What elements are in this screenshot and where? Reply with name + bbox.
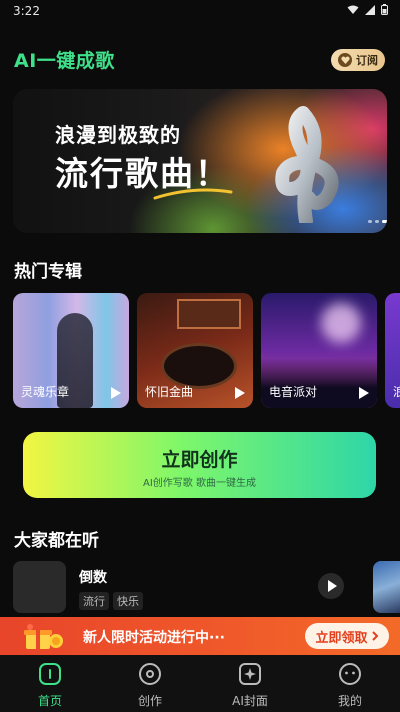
play-icon: [328, 580, 337, 592]
play-icon[interactable]: [359, 387, 369, 399]
gift-icon: [24, 624, 63, 649]
side-cover[interactable]: [373, 561, 400, 613]
section-title-hot-albums: 热门专辑: [14, 262, 82, 282]
tab-ai-cover[interactable]: AI封面: [200, 655, 300, 712]
tab-label: 创作: [137, 694, 162, 708]
album-card[interactable]: 怀旧金曲: [137, 293, 253, 408]
profile-icon: [339, 663, 361, 685]
song-tag: 快乐: [113, 592, 143, 610]
heart-icon: [338, 53, 352, 67]
play-button[interactable]: [318, 573, 344, 599]
treble-clef-icon: [275, 106, 339, 223]
promo-strip[interactable]: 新人限时活动进行中··· 立即领取: [0, 617, 400, 655]
wifi-icon: [347, 4, 359, 18]
tab-label: 我的: [337, 694, 362, 708]
claim-button-label: 立即领取: [315, 630, 368, 646]
chevron-right-icon: [371, 631, 378, 641]
subscribe-button[interactable]: 订阅: [331, 49, 385, 71]
status-bar: 3:22: [0, 0, 400, 24]
banner-line1: 浪漫到极致的: [55, 123, 181, 147]
album-name: 浪: [393, 385, 400, 399]
battery-icon: [381, 4, 388, 18]
album-card[interactable]: 灵魂乐章: [13, 293, 129, 408]
signal-icon: [365, 4, 375, 18]
app-title: AI一键成歌: [14, 50, 115, 72]
status-time: 3:22: [13, 4, 40, 18]
create-button-subtitle: AI创作写歌 歌曲一键生成: [143, 478, 256, 489]
play-icon[interactable]: [235, 387, 245, 399]
song-list-item[interactable]: 倒数 流行 快乐: [13, 561, 400, 613]
song-cover: [13, 561, 66, 613]
tab-create[interactable]: 创作: [100, 655, 200, 712]
bottom-tab-bar: 首页 创作 AI封面 我的: [0, 655, 400, 712]
section-title-everyone: 大家都在听: [14, 531, 99, 551]
image-icon: [239, 663, 261, 685]
album-name: 灵魂乐章: [21, 385, 70, 399]
disc-icon: [139, 663, 161, 685]
tab-label: AI封面: [232, 694, 268, 708]
song-tags: 流行 快乐: [79, 592, 143, 610]
album-name: 怀旧金曲: [145, 385, 194, 399]
create-button-label: 立即创作: [161, 449, 238, 471]
tab-label: 首页: [37, 694, 62, 708]
tab-profile[interactable]: 我的: [300, 655, 400, 712]
banner-pagination: [368, 220, 387, 223]
play-icon[interactable]: [111, 387, 121, 399]
album-name: 电音派对: [269, 385, 318, 399]
promo-banner[interactable]: 浪漫到极致的 流行歌曲！: [13, 89, 387, 233]
home-icon: [39, 663, 61, 685]
subscribe-label: 订阅: [356, 54, 378, 67]
tab-home[interactable]: 首页: [0, 655, 100, 712]
create-now-button[interactable]: 立即创作 AI创作写歌 歌曲一键生成: [23, 432, 376, 498]
claim-button[interactable]: 立即领取: [305, 623, 389, 649]
album-carousel[interactable]: 灵魂乐章 怀旧金曲 电音派对 浪: [13, 293, 400, 409]
album-card[interactable]: 电音派对: [261, 293, 377, 408]
promo-text: 新人限时活动进行中···: [83, 630, 225, 646]
song-tag: 流行: [79, 592, 109, 610]
album-card[interactable]: 浪: [385, 293, 400, 408]
banner-swoosh: [153, 188, 233, 200]
song-title: 倒数: [79, 570, 107, 586]
